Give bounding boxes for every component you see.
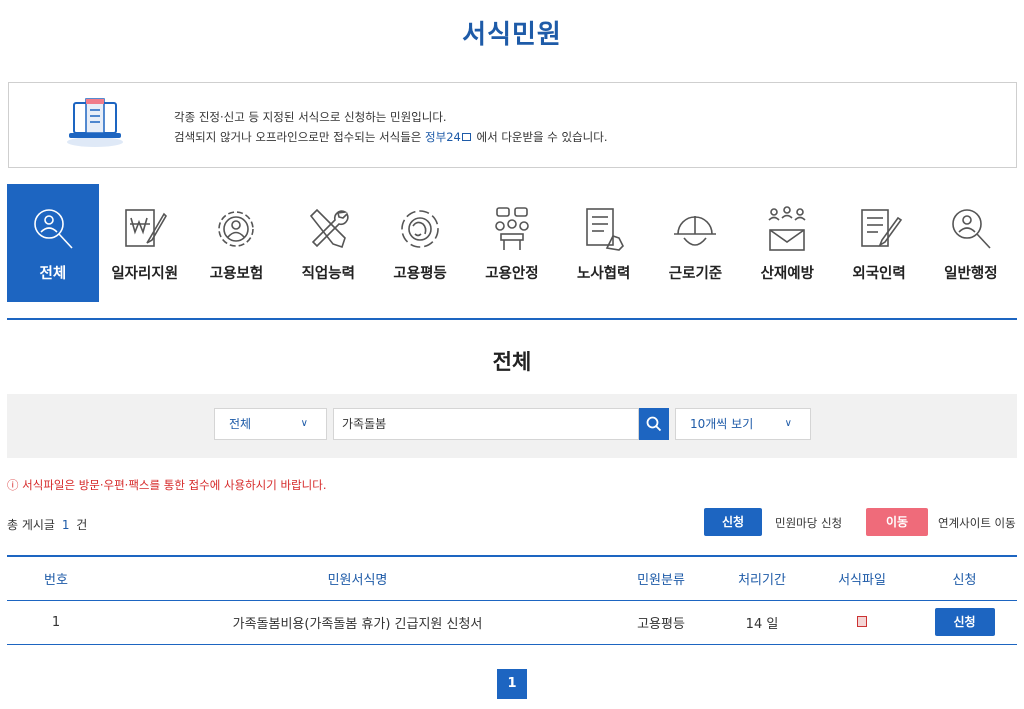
total-number: 1 [61, 518, 70, 532]
tab-labor-standards[interactable]: 근로기준 [650, 184, 742, 302]
notice-text: 각종 진정·신고 등 지정된 서식으로 신청하는 민원입니다. 검색되지 않거나… [174, 107, 608, 147]
gear-person-icon [211, 204, 261, 254]
search-icon [646, 416, 662, 432]
tab-all[interactable]: 전체 [7, 184, 99, 302]
tab-label: 외국인력 [852, 266, 906, 282]
document-hand-icon [579, 204, 629, 254]
row-number: 1 [51, 614, 61, 630]
tab-label: 노사협력 [576, 266, 631, 282]
chevron-down-icon: ∨ [300, 418, 308, 429]
notice-line-2-suffix: 에서 다운받을 수 있습니다. [476, 130, 608, 144]
search-input[interactable]: 가족돌봄 [333, 408, 639, 440]
table-row: 1 가족돌봄비용(가족돌봄 휴가) 긴급지원 신청서 고용평등 14 일 신청 [7, 600, 1017, 644]
total-count: 총 게시글 1 건 [7, 516, 87, 533]
page-title: 서식민원 [462, 20, 562, 50]
category-tabs: 전체 일자리지원 고용보험 직업능력 고용평등 고용안정 노사협력 근로기준 산… [7, 184, 1017, 302]
page-number-current[interactable]: 1 [497, 669, 527, 699]
search-button[interactable] [639, 408, 669, 440]
magnifier-person-icon [946, 204, 996, 254]
tab-label: 근로기준 [668, 266, 723, 282]
notice-line-1: 각종 진정·신고 등 지정된 서식으로 신청하는 민원입니다. [174, 110, 447, 124]
legend-move-button: 이동 [866, 508, 928, 536]
notice-line-2-prefix: 검색되지 않거나 오프라인으로만 접수되는 서식들은 [174, 130, 422, 144]
col-apply: 신청 [952, 572, 977, 588]
magnifier-person-icon [28, 204, 78, 254]
forms-table: 번호 민원서식명 민원분류 처리기간 서식파일 신청 1 가족돌봄비용(가족돌봄… [7, 555, 1017, 645]
tab-general-administration[interactable]: 일반행정 [925, 184, 1017, 302]
globe-cycle-icon [395, 204, 445, 254]
hwp-file-icon[interactable] [857, 615, 867, 627]
row-apply: 신청 [912, 600, 1017, 644]
legend-apply-label: 민원마당 신청 [775, 516, 843, 530]
chevron-down-icon: ∨ [784, 418, 792, 429]
tools-icon [303, 204, 353, 254]
tab-employment-stability[interactable]: 고용안정 [466, 184, 558, 302]
category-select[interactable]: 전체 ∨ [214, 408, 327, 440]
row-category: 고용평등 [637, 616, 685, 632]
helmet-icon [670, 204, 720, 254]
tab-label: 일반행정 [944, 266, 998, 282]
tab-label: 고용평등 [393, 266, 447, 282]
legend-apply-button: 신청 [704, 508, 762, 536]
row-period: 14 일 [745, 616, 779, 632]
col-number: 번호 [44, 572, 68, 588]
page-size-select-value: 10개씩 보기 [690, 417, 754, 431]
apply-button[interactable]: 신청 [934, 608, 995, 636]
total-prefix: 총 게시글 [7, 518, 55, 532]
col-period: 처리기간 [738, 572, 786, 588]
laptop-form-icon [64, 97, 126, 149]
col-form-name: 민원서식명 [327, 572, 388, 588]
tab-foreign-workforce[interactable]: 외국인력 [833, 184, 925, 302]
row-file [812, 600, 912, 644]
search-bar: 전체 ∨ 가족돌봄 10개씩 보기 ∨ [7, 394, 1017, 458]
col-file: 서식파일 [838, 572, 886, 588]
meeting-people-icon [487, 204, 537, 254]
section-title: 전체 [492, 350, 532, 374]
tab-label: 고용안정 [485, 266, 539, 282]
tab-accident-prevention[interactable]: 산재예방 [741, 184, 833, 302]
tab-employment-equality[interactable]: 고용평등 [374, 184, 466, 302]
warning-message: ⓘ 서식파일은 방문·우편·팩스를 통한 접수에 사용하시기 바랍니다. [7, 478, 327, 492]
tab-label: 일자리지원 [111, 266, 179, 282]
tab-vocational-ability[interactable]: 직업능력 [282, 184, 374, 302]
notice-line-2: 검색되지 않거나 오프라인으로만 접수되는 서식들은 정부24 에서 다운받을 … [174, 127, 608, 147]
tab-label: 직업능력 [301, 266, 355, 282]
tab-job-support[interactable]: 일자리지원 [99, 184, 191, 302]
total-suffix: 건 [76, 518, 88, 532]
divider [7, 318, 1017, 320]
tab-label: 산재예방 [760, 266, 814, 282]
table-header-row: 번호 민원서식명 민원분류 처리기간 서식파일 신청 [7, 556, 1017, 600]
tab-label: 전체 [39, 266, 67, 282]
row-form-name[interactable]: 가족돌봄비용(가족돌봄 휴가) 긴급지원 신청서 [105, 600, 610, 644]
external-link-icon [461, 133, 471, 141]
tab-label: 고용보험 [209, 266, 264, 282]
tab-employment-insurance[interactable]: 고용보험 [191, 184, 283, 302]
col-category: 민원분류 [637, 572, 685, 588]
gov24-link[interactable]: 정부24 [425, 130, 461, 144]
legend-move-label: 연계사이트 이동 [938, 516, 1016, 530]
won-pen-icon [120, 204, 170, 254]
tab-labor-cooperation[interactable]: 노사협력 [558, 184, 650, 302]
category-select-value: 전체 [229, 417, 252, 431]
people-mail-icon [762, 204, 812, 254]
notice-box: 각종 진정·신고 등 지정된 서식으로 신청하는 민원입니다. 검색되지 않거나… [8, 82, 1017, 168]
page-size-select[interactable]: 10개씩 보기 ∨ [675, 408, 811, 440]
document-pen-icon [854, 204, 904, 254]
